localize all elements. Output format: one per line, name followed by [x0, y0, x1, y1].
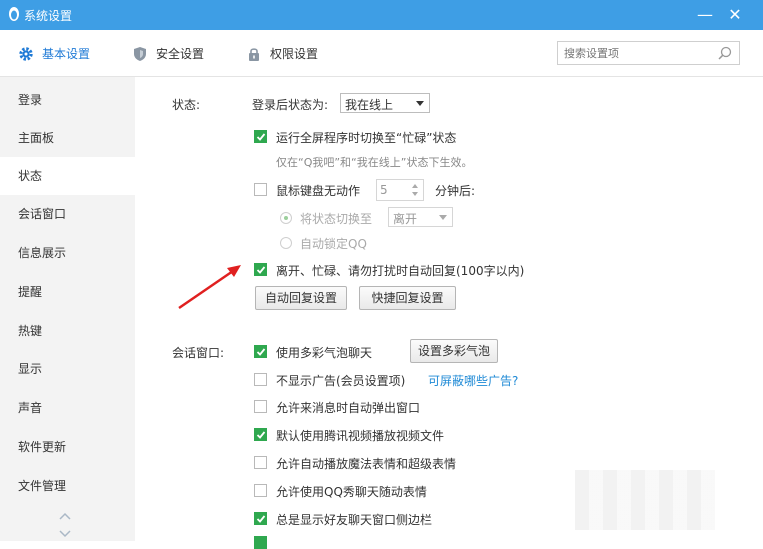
stepper-up-icon[interactable]: [412, 184, 418, 188]
tab-basic-settings[interactable]: 基本设置: [18, 44, 108, 64]
tencent-video-label: 默认使用腾讯视频播放视频文件: [276, 429, 445, 443]
close-button[interactable]: ✕: [724, 4, 746, 26]
dropdown-arrow-icon: [416, 101, 424, 106]
checkmark-icon: [256, 431, 266, 439]
switch-status-radio[interactable]: [280, 212, 292, 224]
colorful-bubble-settings-button[interactable]: 设置多彩气泡: [410, 339, 498, 363]
colorful-bubble-label: 使用多彩气泡聊天: [276, 346, 373, 360]
sidebar-always-label: 总是显示好友聊天窗口侧边栏: [276, 513, 433, 527]
tencent-video-checkbox[interactable]: [254, 428, 267, 441]
sidebar-item-chat-window[interactable]: 会话窗口: [0, 195, 135, 233]
magic-emoji-checkbox[interactable]: [254, 456, 267, 469]
status-section-label: 状态:: [172, 98, 201, 112]
sidebar-item-reminder[interactable]: 提醒: [0, 273, 135, 311]
sidebar-always-checkbox[interactable]: [254, 512, 267, 525]
minimize-button[interactable]: —: [694, 4, 716, 26]
auto-popup-label: 允许来消息时自动弹出窗口: [276, 401, 421, 415]
checkmark-icon: [256, 348, 266, 356]
sidebar-item-main-panel[interactable]: 主面板: [0, 119, 135, 157]
sidebar-item-login[interactable]: 登录: [0, 81, 135, 119]
fullscreen-hint-text: 仅在“Q我吧”和“我在线上”状态下生效。: [276, 156, 473, 169]
quick-reply-settings-button[interactable]: 快捷回复设置: [359, 286, 456, 310]
sidebar-item-display[interactable]: 显示: [0, 350, 135, 388]
sidebar-item-status[interactable]: 状态: [0, 157, 135, 195]
lock-icon: [249, 48, 259, 61]
auto-reply-label: 离开、忙碌、请勿打扰时自动回复(100字以内): [276, 264, 525, 278]
login-status-select[interactable]: 我在线上: [340, 93, 430, 113]
checkmark-icon: [256, 515, 266, 523]
stepper-down-icon[interactable]: [412, 192, 418, 196]
sidebar-item-hotkeys[interactable]: 热键: [0, 312, 135, 350]
select-value: 离开: [393, 212, 418, 226]
sidebar-item-file-management[interactable]: 文件管理: [0, 467, 135, 505]
select-value: 我在线上: [345, 98, 394, 112]
dropdown-arrow-icon: [439, 215, 447, 220]
colorful-bubble-checkbox[interactable]: [254, 345, 267, 358]
idle-label: 鼠标键盘无动作: [276, 184, 361, 198]
sidebar: 登录 主面板 状态 会话窗口 信息展示 提醒 热键 显示 声音 软件更新 文件管…: [0, 77, 135, 541]
hide-ads-label: 不显示广告(会员设置项): [276, 374, 406, 388]
auto-lock-label: 自动锁定QQ: [300, 237, 367, 251]
magic-emoji-label: 允许自动播放魔法表情和超级表情: [276, 457, 457, 471]
chat-section-label: 会话窗口:: [172, 346, 225, 360]
chevron-up-icon[interactable]: [58, 511, 72, 521]
tab-label: 基本设置: [42, 47, 91, 61]
auto-lock-radio[interactable]: [280, 237, 292, 249]
shield-icon: [134, 47, 146, 61]
search-input[interactable]: [564, 44, 709, 62]
title-bar: 系统设置 — ✕: [0, 0, 763, 30]
tab-label: 安全设置: [156, 47, 205, 61]
gear-icon: [19, 47, 33, 61]
qq-penguin-icon: [9, 7, 19, 21]
auto-reply-settings-button[interactable]: 自动回复设置: [255, 286, 347, 310]
idle-checkbox[interactable]: [254, 183, 267, 196]
checkmark-icon: [256, 266, 266, 274]
pixelated-watermark: [575, 470, 715, 530]
sidebar-item-software-update[interactable]: 软件更新: [0, 428, 135, 466]
tab-permission-settings[interactable]: 权限设置: [246, 44, 336, 64]
chevron-down-icon[interactable]: [58, 529, 72, 539]
tab-label: 权限设置: [270, 47, 319, 61]
search-icon[interactable]: [717, 45, 733, 61]
fullscreen-busy-checkbox[interactable]: [254, 130, 267, 143]
auto-popup-checkbox[interactable]: [254, 400, 267, 413]
sidebar-item-info-display[interactable]: 信息展示: [0, 234, 135, 272]
idle-suffix-label: 分钟后:: [435, 184, 476, 198]
next-option-checkbox[interactable]: [254, 536, 267, 549]
fullscreen-busy-label: 运行全屏程序时切换至“忙碌”状态: [276, 131, 457, 145]
hide-ads-checkbox[interactable]: [254, 373, 267, 386]
qq-show-emoji-checkbox[interactable]: [254, 484, 267, 497]
tab-security-settings[interactable]: 安全设置: [132, 44, 222, 64]
annotation-arrow-icon: [178, 265, 241, 310]
which-ads-link[interactable]: 可屏蔽哪些广告?: [428, 372, 518, 389]
login-status-label: 登录后状态为:: [252, 98, 329, 112]
qq-show-emoji-label: 允许使用QQ秀聊天随动表情: [276, 485, 427, 499]
switch-status-label: 将状态切换至: [300, 212, 373, 226]
checkmark-icon: [256, 133, 266, 141]
idle-minutes-stepper[interactable]: [376, 179, 424, 201]
switch-status-select[interactable]: 离开: [388, 207, 453, 227]
sidebar-item-sound[interactable]: 声音: [0, 389, 135, 427]
idle-minutes-input[interactable]: [380, 182, 404, 198]
window-title: 系统设置: [24, 9, 73, 23]
search-box[interactable]: [557, 41, 740, 65]
auto-reply-checkbox[interactable]: [254, 263, 267, 276]
